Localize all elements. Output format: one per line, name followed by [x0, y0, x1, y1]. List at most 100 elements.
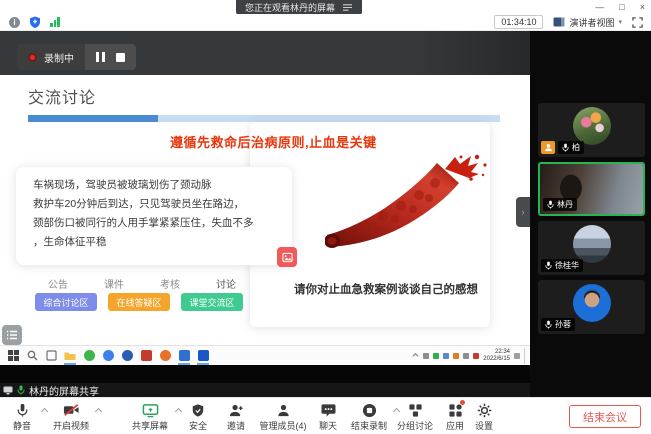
tray-icon [473, 353, 479, 359]
tray-icon [423, 353, 429, 359]
recording-label: 录制中 [44, 50, 74, 65]
file-explorer-icon [64, 350, 76, 362]
meeting-timer: 01:34:10 [494, 15, 543, 29]
browser-blue-icon [102, 350, 114, 362]
participant-tile-bai[interactable]: 柏 [538, 103, 645, 157]
slide-title: 交流讨论 [28, 84, 96, 108]
meeting-app-icon [178, 350, 190, 362]
case-line: 颈部伤口被同行的人用手掌紧紧压住，失血不多 [33, 214, 284, 233]
meeting-info-icon[interactable]: i [9, 17, 20, 28]
bottom-toolbar: 静音 开启视频 共享屏幕 安全 邀请 [0, 397, 651, 434]
breakout-squares-icon [408, 402, 423, 418]
chat-bubble-icon [321, 402, 336, 418]
case-text-card: 车祸现场，驾驶员被玻璃划伤了颈动脉 救护车20分钟后到达，只见驾驶员坐在路边， … [16, 167, 292, 265]
share-label-text: 林丹的屏幕共享 [29, 383, 99, 398]
video-options-chevron[interactable] [96, 407, 102, 413]
mic-green-icon [17, 385, 25, 395]
participant-tile-xuguihua[interactable]: 徐桂华 [538, 221, 645, 275]
record-stop-icon [362, 402, 377, 418]
tray-clock: 22:34 2022/6/15 [483, 349, 510, 363]
participant-tile-sunrong[interactable]: 孙蓉 [538, 280, 645, 334]
apps-grid-icon [448, 402, 463, 418]
zone-button-discussion: 综合讨论区 [35, 293, 97, 311]
avatar [573, 225, 611, 263]
view-mode-label: 演讲者视图 [569, 16, 614, 29]
system-tray: 22:34 2022/6/15 [412, 348, 530, 364]
recording-pill: 录制中 [17, 44, 136, 70]
stage: 录制中 交流讨论 遵循先救命后治病原则,止血是关键 [0, 31, 651, 397]
browser-navy-icon [121, 350, 133, 362]
close-button[interactable]: × [640, 0, 645, 14]
network-signal-icon[interactable] [50, 17, 60, 27]
watching-banner-text: 您正在观看林丹的屏幕 [245, 1, 335, 14]
banner-menu-icon[interactable] [342, 3, 353, 12]
fullscreen-icon[interactable] [632, 17, 643, 28]
chat-button[interactable]: 聊天 [310, 402, 346, 432]
breakout-rooms-button[interactable]: 分组讨论 [392, 402, 438, 432]
image-attachment-icon [277, 247, 297, 267]
mute-button[interactable]: 静音 [4, 402, 40, 432]
meeting-protect-shield-icon[interactable] [29, 16, 41, 29]
browser-orange-icon [159, 350, 171, 362]
case-line: ，生命体征平稳 [33, 233, 284, 252]
tray-expand-icon [412, 352, 419, 359]
tray-icon [433, 353, 439, 359]
tray-icon [463, 353, 469, 359]
tray-clock-time: 22:34 [483, 349, 510, 356]
zone-button-exchange: 课堂交流区 [181, 293, 243, 311]
start-icon [7, 350, 19, 362]
mic-icon [15, 402, 30, 418]
gear-icon [477, 402, 492, 418]
sidebar-collapse-handle[interactable]: › [516, 197, 530, 227]
meeting-window: 您正在观看林丹的屏幕 — □ × i 01:34:10 演讲者视图 ▾ [0, 0, 651, 434]
manage-members-button[interactable]: 管理成员(4) [254, 402, 312, 432]
screen-share-small-icon [3, 386, 13, 395]
browser-green-icon [83, 350, 95, 362]
search-icon [26, 350, 38, 362]
participant-name: 孙蓉 [555, 319, 571, 330]
slide-progress-bar [28, 115, 500, 122]
participant-name: 柏 [572, 142, 580, 153]
network-tray-icon [514, 353, 520, 359]
stop-recording-button[interactable] [116, 53, 125, 62]
recording-dot-icon [28, 53, 37, 62]
slide-headline: 遵循先救命后治病原则,止血是关键 [170, 132, 377, 151]
pause-recording-button[interactable] [96, 52, 105, 62]
shared-taskbar: 22:34 2022/6/15 [0, 345, 530, 365]
host-badge-icon [541, 141, 555, 154]
show-desktop-divider [524, 348, 527, 364]
invite-button[interactable]: 邀请 [218, 402, 254, 432]
camera-off-icon [63, 402, 80, 418]
mic-icon [547, 200, 554, 209]
shield-icon [191, 402, 205, 418]
layout-view-icon [553, 17, 565, 27]
lms-zone-buttons: 综合讨论区 在线答疑区 课堂交流区 [35, 293, 243, 311]
participant-tile-lindan[interactable]: 林丹 [538, 162, 645, 216]
end-meeting-button[interactable]: 结束会议 [569, 405, 641, 428]
slide-question: 请你对止血急救案例谈谈自己的感想 [294, 281, 478, 297]
start-video-button[interactable]: 开启视频 [48, 402, 94, 432]
settings-button[interactable]: 设置 [466, 402, 502, 432]
mic-icon [562, 143, 569, 152]
doc-app-icon [197, 350, 209, 362]
mic-icon [545, 261, 552, 270]
tray-icon [453, 353, 459, 359]
screen-share-icon [142, 402, 159, 418]
participant-name: 林丹 [557, 199, 573, 210]
case-line: 车祸现场，驾驶员被玻璃划伤了颈动脉 [33, 176, 284, 195]
watching-banner: 您正在观看林丹的屏幕 [236, 0, 362, 15]
stop-recording-toolbar-button[interactable]: 结束录制 [346, 402, 392, 432]
minimize-button[interactable]: — [595, 0, 604, 14]
blood-vessel-image [325, 151, 497, 251]
view-mode-switcher[interactable]: 演讲者视图 ▾ [553, 16, 622, 29]
mic-icon [545, 320, 552, 329]
pdf-reader-icon [140, 350, 152, 362]
participant-name: 徐桂华 [555, 260, 579, 271]
share-screen-button[interactable]: 共享屏幕 [127, 402, 173, 432]
person-icon [276, 402, 291, 418]
chevron-down-icon: ▾ [618, 18, 622, 26]
avatar [573, 284, 611, 322]
maximize-button[interactable]: □ [619, 0, 624, 14]
security-button[interactable]: 安全 [180, 402, 216, 432]
window-titlebar: 您正在观看林丹的屏幕 — □ × [0, 0, 651, 14]
